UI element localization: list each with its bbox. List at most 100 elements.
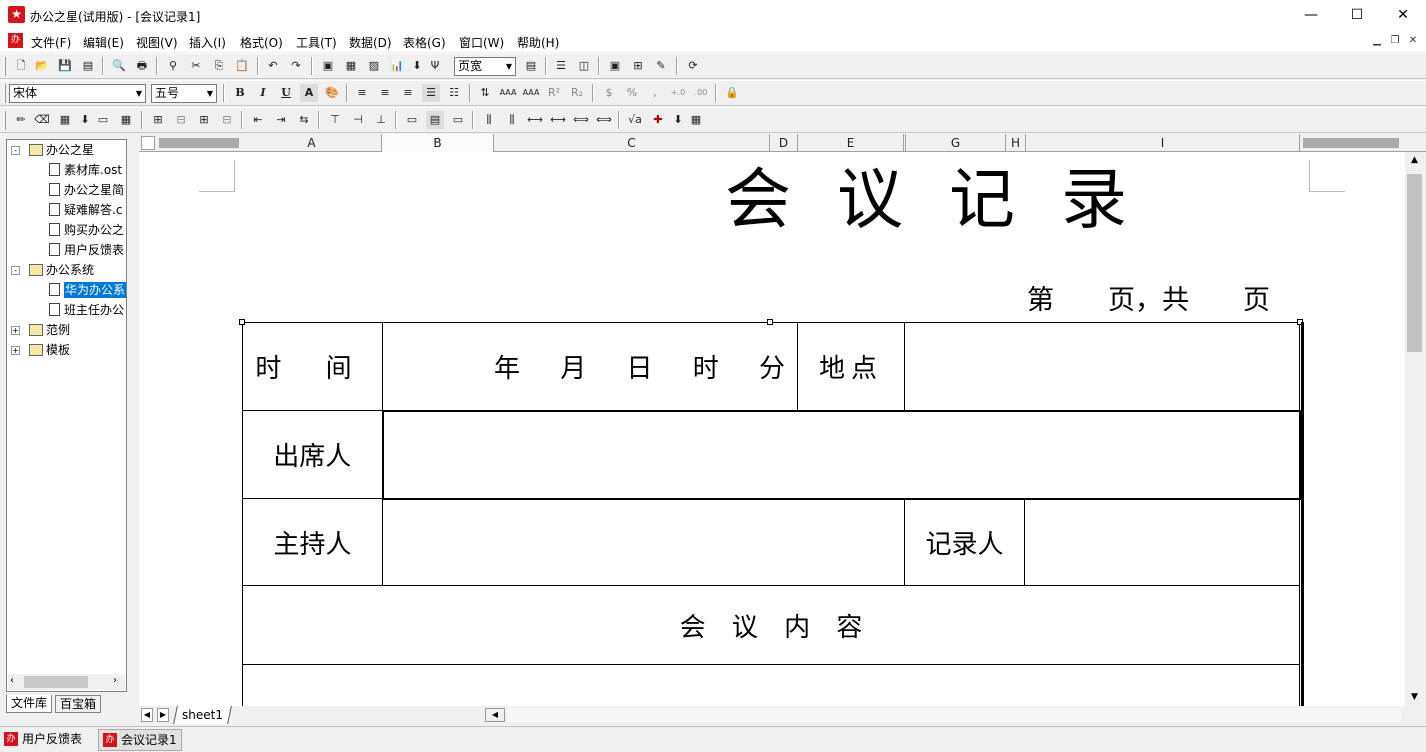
minimize-button[interactable]: — — [1288, 0, 1334, 30]
doc-app-icon[interactable]: 办 — [8, 33, 23, 48]
lock-icon[interactable]: 🔒 — [723, 84, 741, 102]
column-header-g[interactable]: G — [906, 134, 1006, 152]
fit-all-icon[interactable]: ⟺ — [595, 111, 613, 129]
color-icon[interactable]: 🎨 — [323, 84, 341, 102]
toolbar-grip[interactable] — [3, 57, 6, 76]
sum-icon[interactable]: ✚ — [649, 111, 667, 129]
content-body-cell[interactable] — [242, 664, 1300, 706]
attendees-label-cell[interactable]: 出席人 — [242, 410, 383, 499]
host-label-cell[interactable]: 主持人 — [242, 498, 383, 586]
decrease-decimal-icon[interactable]: .00 — [692, 84, 710, 102]
sheet-next-icon[interactable]: ▶ — [157, 708, 169, 722]
maximize-button[interactable]: ☐ — [1334, 0, 1380, 30]
host-value-cell[interactable] — [382, 498, 905, 586]
column-header-h[interactable]: H — [1006, 134, 1026, 152]
align-top-icon[interactable]: ⊤ — [326, 111, 344, 129]
tree-item[interactable]: 用户反馈表 — [49, 240, 124, 260]
document-title[interactable]: 会议记录 — [549, 160, 1349, 240]
underline-button[interactable]: U — [277, 84, 295, 102]
scroll-thumb[interactable] — [1407, 174, 1422, 352]
line-spacing-icon[interactable]: ⇅ — [476, 84, 494, 102]
document-page[interactable]: 会议记录 第 页，共 页 时 间 年 月 日 时 分 地点 出席人 主持人 记录… — [139, 152, 1405, 706]
align-center-icon[interactable]: ≡ — [376, 84, 394, 102]
insert-table-icon[interactable]: ▦ — [342, 57, 360, 75]
align-bottom-icon[interactable]: ⊥ — [372, 111, 390, 129]
row-height-icon[interactable]: ⟷ — [549, 111, 567, 129]
hscroll-left-icon[interactable]: ◀ — [485, 708, 505, 722]
collapse-icon[interactable]: - — [11, 266, 20, 275]
textbox-icon[interactable]: ▣ — [319, 57, 337, 75]
horizontal-scroll-track[interactable] — [507, 708, 1401, 722]
view-mode-icon[interactable]: ▣ — [606, 57, 624, 75]
insert-image-icon[interactable]: ▨ — [365, 57, 383, 75]
content-header-cell[interactable]: 会 议 内 容 — [242, 585, 1300, 665]
currency-icon[interactable]: $ — [600, 84, 618, 102]
mdi-minimize-icon[interactable]: ▁ — [1370, 34, 1384, 48]
toolbar-grip[interactable] — [3, 84, 6, 103]
sheet-prev-icon[interactable]: ◀ — [141, 708, 153, 722]
column-header-c[interactable]: C — [494, 134, 770, 152]
open-icon[interactable]: 📂 — [33, 57, 51, 75]
font-size-select[interactable]: 五号 ▼ — [151, 84, 217, 103]
scroll-left-icon[interactable]: ‹ — [10, 675, 14, 686]
toolbar-grip[interactable] — [3, 111, 6, 130]
task-user-feedback[interactable]: 办用户反馈表 — [0, 729, 86, 751]
tree-item[interactable]: 华为办公系 — [49, 280, 127, 300]
menu-edit[interactable]: 编辑(E) — [83, 34, 124, 51]
italic-button[interactable]: I — [254, 84, 272, 102]
zoom-select[interactable]: 页宽 ▼ — [454, 57, 516, 76]
menu-data[interactable]: 数据(D) — [349, 34, 392, 51]
tree-item[interactable]: 购买办公之 — [49, 220, 124, 240]
column-header-a[interactable]: A — [242, 134, 382, 152]
merge-right-icon[interactable]: ⇥ — [272, 111, 290, 129]
tree-horizontal-scrollbar[interactable]: ‹ › — [8, 674, 125, 690]
place-value-cell[interactable] — [904, 322, 1300, 411]
page-icon[interactable]: ▤ — [522, 57, 540, 75]
menu-format[interactable]: 格式(O) — [240, 34, 283, 51]
align-right-icon[interactable]: ≡ — [399, 84, 417, 102]
delete-col-icon[interactable]: ⊟ — [218, 111, 236, 129]
menu-window[interactable]: 窗口(W) — [459, 34, 504, 51]
cell-center-icon[interactable]: ▤ — [426, 111, 444, 129]
column-header-d[interactable]: D — [770, 134, 798, 152]
percent-icon[interactable]: % — [623, 84, 641, 102]
tree-item[interactable]: 疑难解答.c — [49, 200, 122, 220]
dropdown-arrow-icon[interactable]: ⬇ — [76, 111, 94, 129]
column-header-e[interactable]: E — [798, 134, 904, 152]
merge-left-icon[interactable]: ⇤ — [249, 111, 267, 129]
column-header-b[interactable]: B — [382, 134, 494, 152]
save-icon[interactable]: 💾 — [56, 57, 74, 75]
redo-icon[interactable]: ↷ — [287, 57, 305, 75]
vertical-scrollbar[interactable]: ▲ ▼ — [1406, 152, 1423, 706]
tree-item[interactable]: - 办公系统 — [11, 260, 94, 280]
new-icon[interactable]: 🗋 — [12, 57, 30, 75]
line-style-icon[interactable]: ▭ — [94, 111, 112, 129]
scroll-right-icon[interactable]: › — [113, 675, 117, 686]
resize-handle[interactable] — [767, 319, 773, 325]
dropdown-arrow-icon[interactable]: ⬇ — [669, 111, 687, 129]
draw-tools-icon[interactable]: ✎ — [652, 57, 670, 75]
mdi-restore-icon[interactable]: ❐ — [1388, 34, 1402, 48]
tree-item[interactable]: + 范例 — [11, 320, 70, 340]
tree-item[interactable]: - 办公之星 — [11, 140, 94, 160]
save-all-icon[interactable]: ▤ — [79, 57, 97, 75]
recorder-label-cell[interactable]: 记录人 — [904, 498, 1025, 586]
col-width-icon[interactable]: ⟷ — [526, 111, 544, 129]
copy-icon[interactable]: ⎘ — [210, 57, 228, 75]
close-button[interactable]: ✕ — [1380, 0, 1426, 30]
paste-icon[interactable]: 📋 — [233, 57, 251, 75]
find-icon[interactable]: ⚲ — [164, 57, 182, 75]
menu-help[interactable]: 帮助(H) — [517, 34, 559, 51]
formula-icon[interactable]: √a — [626, 111, 644, 129]
split-vertical-icon[interactable]: ◫ — [575, 57, 593, 75]
symbol-icon[interactable]: Ψ — [426, 57, 444, 75]
insert-row-icon[interactable]: ⊞ — [149, 111, 167, 129]
chart-wizard-icon[interactable]: ▦ — [687, 111, 705, 129]
page-number-line[interactable]: 第 页，共 页 — [1027, 278, 1270, 317]
place-label-cell[interactable]: 地点 — [797, 322, 905, 411]
comma-icon[interactable]: , — [646, 84, 664, 102]
tab-treasure-box[interactable]: 百宝箱 — [55, 695, 102, 713]
column-header-i[interactable]: I — [1026, 134, 1300, 152]
dist-col-icon[interactable]: ⫼ — [480, 111, 498, 129]
border-style-icon[interactable]: ▦ — [56, 111, 74, 129]
